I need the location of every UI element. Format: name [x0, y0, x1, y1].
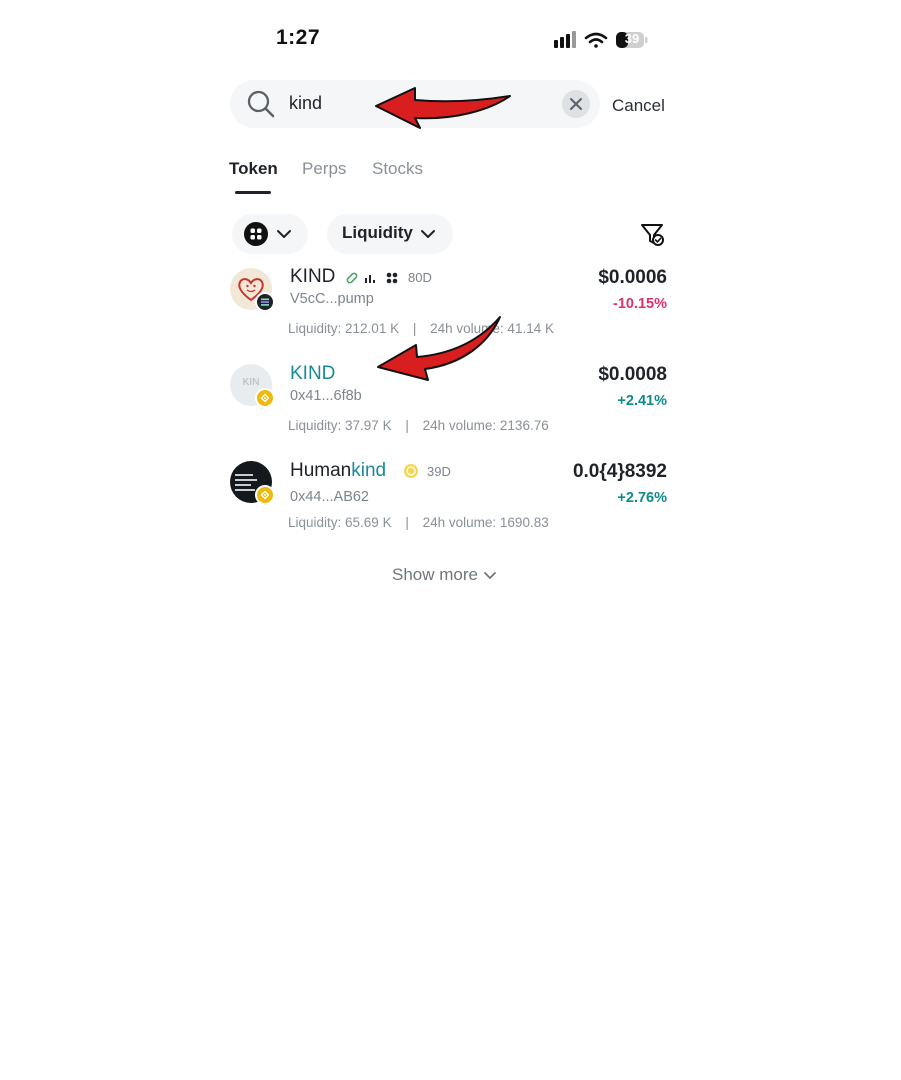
token-price: 0.0{4}8392 [572, 461, 667, 482]
show-more-button[interactable]: Show more [392, 565, 497, 585]
tab-perps[interactable]: Perps [302, 159, 346, 179]
filter-icon[interactable] [638, 220, 666, 248]
active-tab-indicator [235, 191, 271, 194]
chevron-down-icon [277, 230, 291, 238]
token-stats: Liquidity: 37.97 K | 24h volume: 2136.76 [288, 418, 549, 433]
holders-icon [386, 272, 398, 284]
stats-separator: | [405, 515, 409, 530]
solana-chain-icon [255, 292, 275, 312]
chevron-down-icon [421, 230, 435, 238]
token-name: KIND [290, 363, 336, 384]
cancel-button[interactable]: Cancel [612, 96, 665, 116]
liquidity-sort-label: Liquidity [342, 223, 413, 242]
token-address: V5cC...pump [290, 291, 374, 307]
bnb-chain-icon [255, 388, 275, 408]
close-icon [570, 98, 582, 110]
token-change: -10.15% [612, 296, 667, 312]
tab-token[interactable]: Token [229, 159, 278, 179]
token-address: 0x41...6f8b [290, 388, 362, 404]
token-change: +2.76% [617, 490, 667, 506]
token-name-highlight: kind [351, 460, 387, 481]
token-address: 0x44...AB62 [290, 489, 369, 505]
stats-separator: | [405, 418, 409, 433]
token-liquidity: Liquidity: 65.69 K [288, 515, 392, 530]
token-volume: 24h volume: 1690.83 [422, 515, 549, 530]
pill-icon [346, 272, 358, 284]
clear-search-button[interactable] [562, 90, 590, 118]
battery-level: 39 [624, 31, 640, 46]
bnb-chain-icon [255, 485, 275, 505]
annotation-arrow [375, 87, 511, 129]
tab-stocks[interactable]: Stocks [372, 159, 423, 179]
search-icon [247, 90, 275, 118]
token-name: Humankind [290, 460, 386, 482]
token-volume: 24h volume: 2136.76 [422, 418, 549, 433]
show-more-label: Show more [392, 565, 478, 584]
token-stats: Liquidity: 65.69 K | 24h volume: 1690.83 [288, 515, 549, 530]
token-age: 80D [408, 270, 432, 285]
token-row[interactable]: Humankind 39D 0x44...AB62 Liquidity: 65.… [230, 460, 670, 536]
token-price: $0.0008 [598, 364, 667, 385]
token-name-prefix: Human [290, 460, 352, 481]
token-name: KIND [290, 266, 336, 287]
token-change: +2.41% [617, 393, 667, 409]
chevron-down-icon [483, 571, 496, 579]
token-price: $0.0006 [598, 267, 667, 288]
search-input[interactable]: kind [289, 93, 322, 114]
coin-icon [404, 464, 418, 478]
signal-icon [554, 31, 576, 48]
annotation-arrow [377, 316, 501, 381]
status-time: 1:27 [276, 26, 321, 49]
wifi-icon [584, 32, 608, 48]
token-age: 39D [427, 464, 451, 479]
token-avatar-text: KIN [242, 377, 260, 388]
chain-filter-dropdown[interactable] [232, 214, 308, 254]
token-liquidity: Liquidity: 37.97 K [288, 418, 392, 433]
grid-icon [244, 222, 268, 246]
bar-chart-icon [365, 275, 375, 283]
